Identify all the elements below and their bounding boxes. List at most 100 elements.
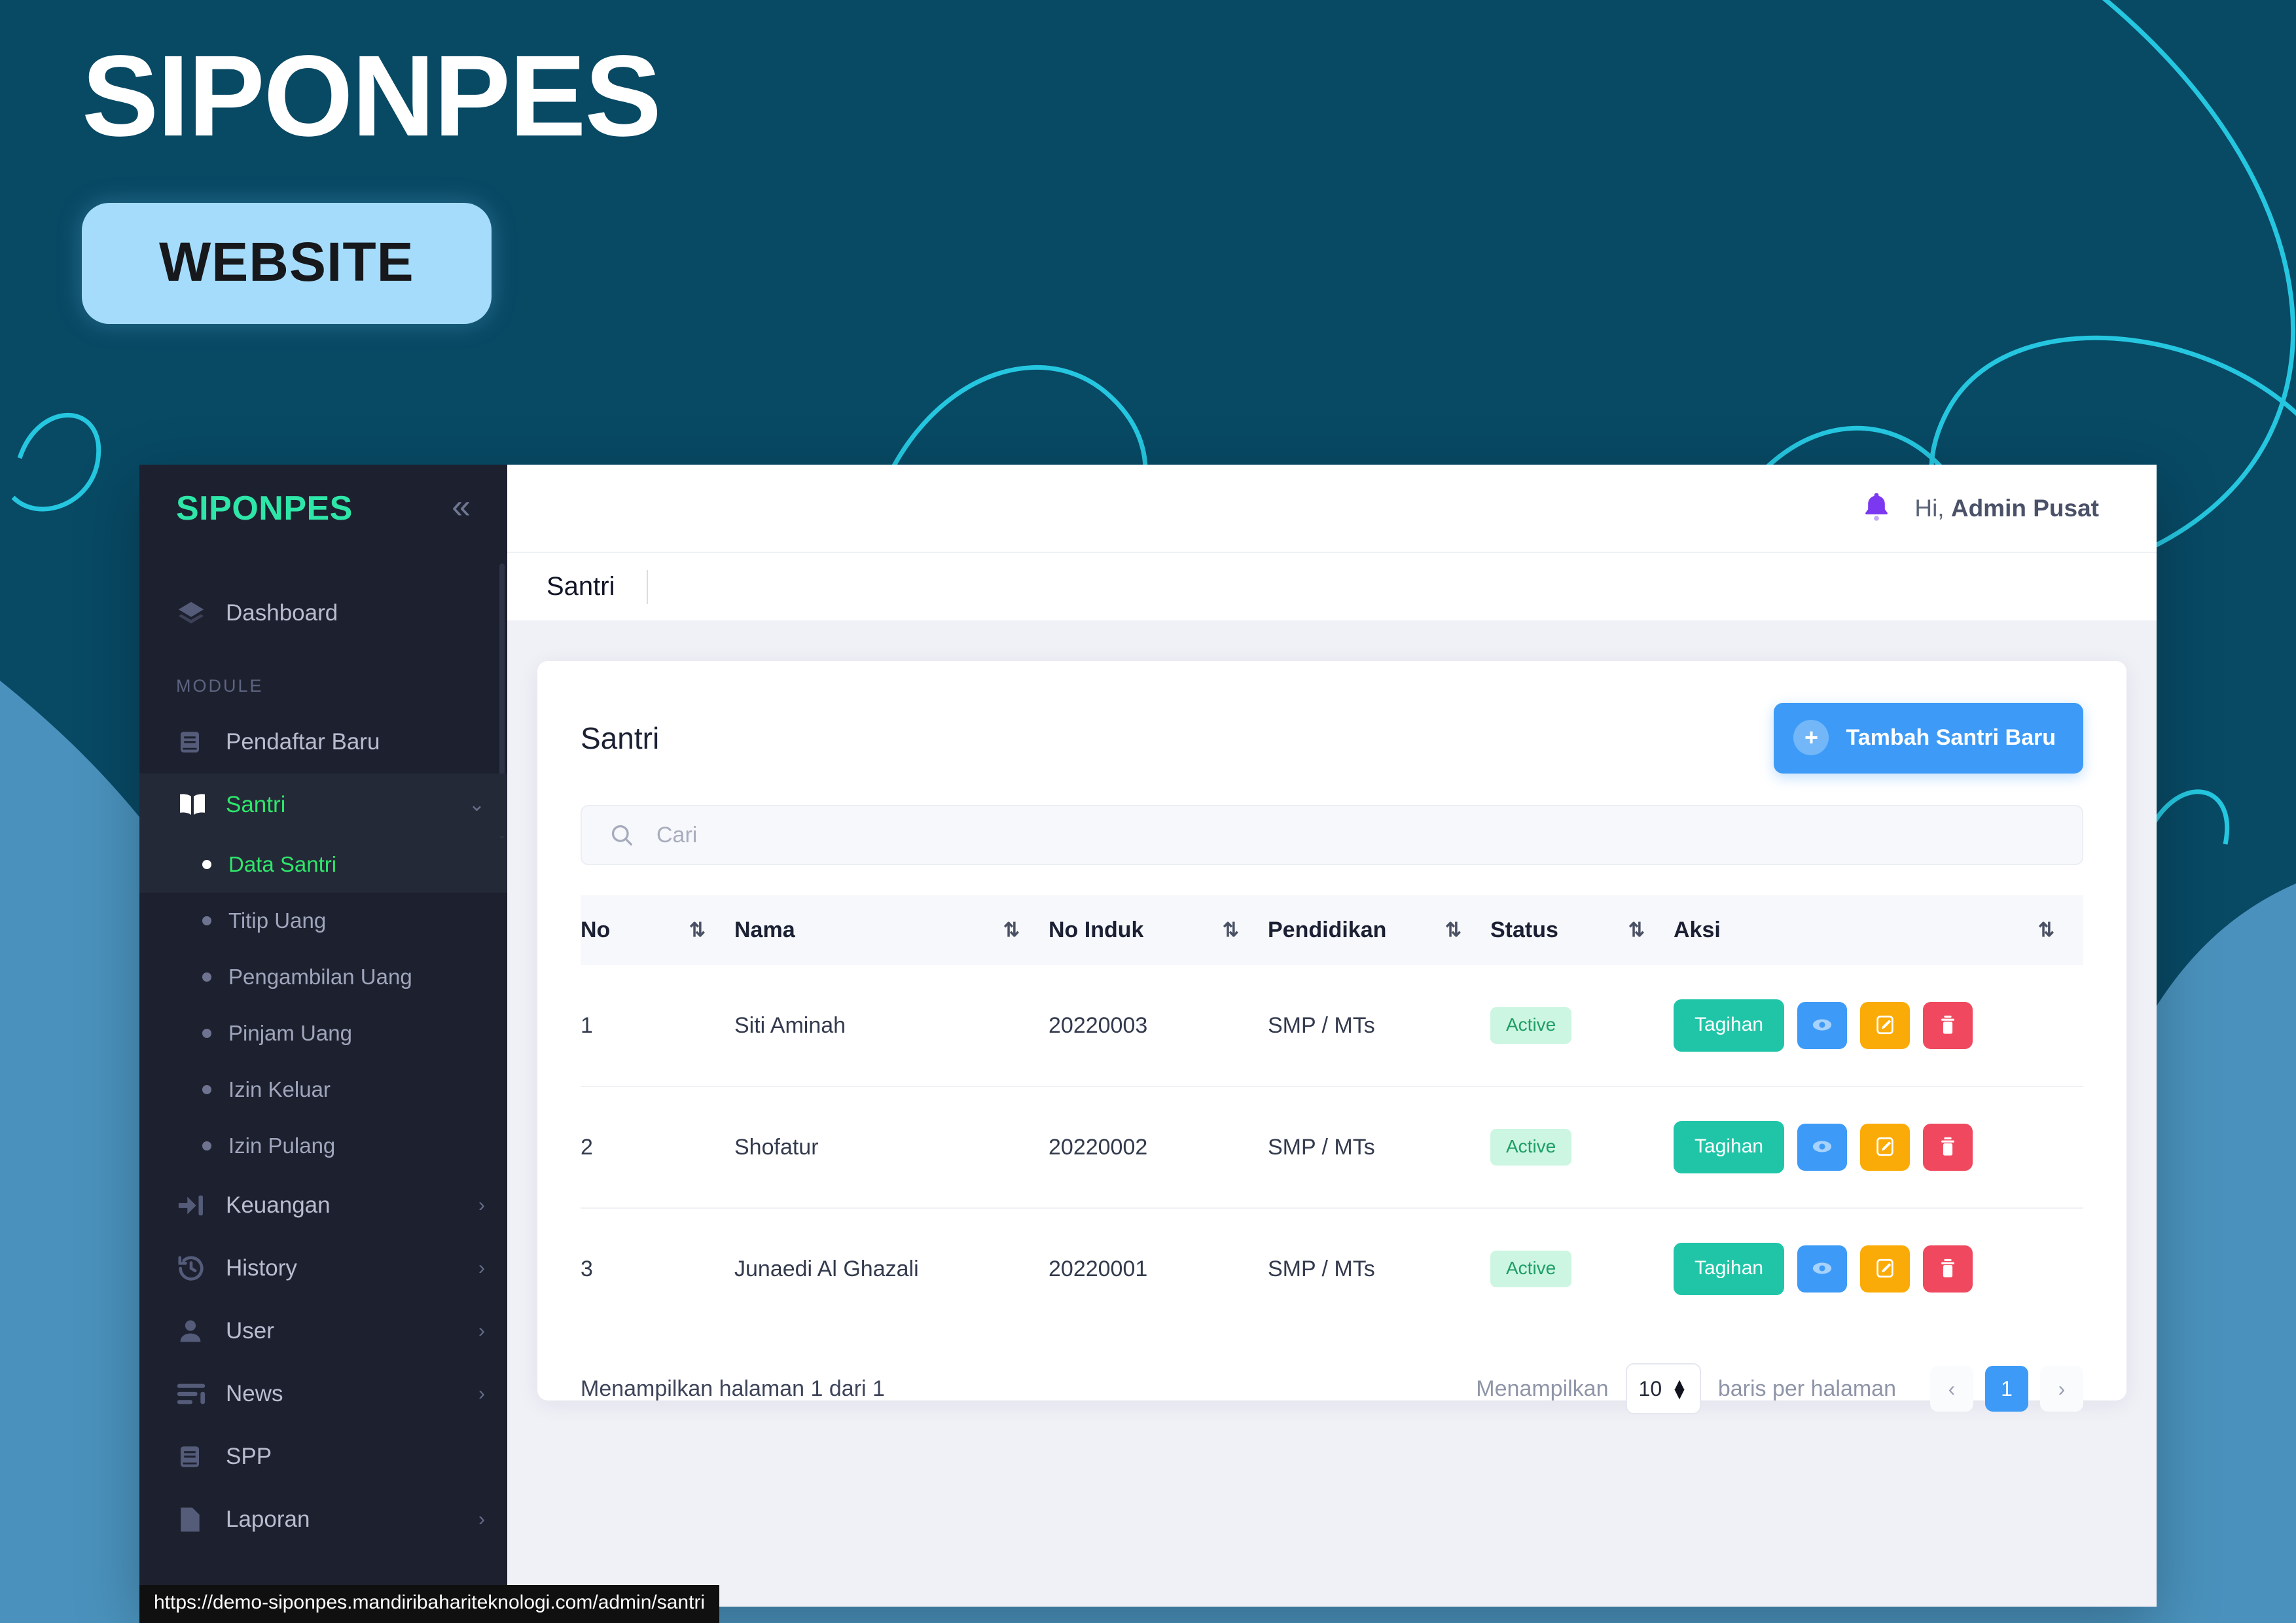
cell-pendidikan: SMP / MTs — [1268, 1256, 1375, 1281]
tagihan-button[interactable]: Tagihan — [1674, 1121, 1785, 1173]
column-label: Status — [1490, 918, 1558, 942]
chevron-right-icon[interactable]: › — [478, 1510, 485, 1529]
search-bar[interactable] — [581, 805, 2083, 865]
trash-icon — [1937, 1257, 1958, 1281]
cell-aksi: Tagihan — [1674, 965, 2083, 1087]
edit-button[interactable] — [1860, 1124, 1910, 1171]
sort-updown-icon[interactable]: ⇅ — [2038, 920, 2054, 940]
list-icon — [176, 1382, 211, 1406]
sidebar-subitem-pengambilan-uang[interactable]: Pengambilan Uang — [139, 949, 507, 1005]
chevron-right-icon[interactable]: › — [478, 1384, 485, 1404]
edit-button[interactable] — [1860, 1245, 1910, 1293]
sidebar-section-label: MODULE — [176, 676, 264, 696]
perpage-prefix-label: Menampilkan — [1476, 1376, 1609, 1401]
cell-pendidikan: SMP / MTs — [1268, 965, 1490, 1087]
sidebar-item-santri[interactable]: Santri ⌄ — [139, 774, 507, 836]
sidebar-item-spp[interactable]: SPP — [139, 1425, 507, 1488]
table-body: 1 Siti Aminah 20220003 SMP / MTs Active … — [581, 965, 2083, 1329]
delete-button[interactable] — [1923, 1245, 1973, 1293]
sidebar-item-pendaftar-baru[interactable]: Pendaftar Baru — [139, 711, 507, 774]
search-input[interactable] — [656, 822, 2082, 848]
delete-button[interactable] — [1923, 1124, 1973, 1171]
sort-updown-icon[interactable]: ⇅ — [1223, 920, 1239, 940]
cell-status: Active — [1490, 1086, 1674, 1209]
promo-badge: WEBSITE — [82, 202, 492, 324]
sort-updown-icon[interactable]: ⇅ — [1003, 920, 1020, 940]
column-label: Aksi — [1674, 918, 1721, 942]
promo-title: SIPONPES — [82, 32, 662, 160]
sidebar-item-news[interactable]: News › — [139, 1363, 507, 1425]
sidebar-subitem-pinjam-uang[interactable]: Pinjam Uang — [139, 1005, 507, 1061]
column-header-no-induk[interactable]: No Induk ⇅ — [1049, 895, 1268, 965]
trash-icon — [1937, 1135, 1958, 1160]
cell-no-induk: 20220003 — [1049, 965, 1268, 1087]
next-page-button[interactable]: › — [2040, 1366, 2083, 1412]
view-button[interactable] — [1797, 1245, 1848, 1293]
eye-icon — [1811, 1135, 1833, 1160]
add-santri-button[interactable]: + Tambah Santri Baru — [1774, 703, 2083, 774]
prev-page-button[interactable]: ‹ — [1930, 1366, 1973, 1412]
column-header-no[interactable]: No ⇅ — [581, 895, 734, 965]
column-header-pendidikan[interactable]: Pendidikan ⇅ — [1268, 895, 1490, 965]
sidebar-brand: SIPONPES — [176, 489, 353, 527]
column-header-aksi[interactable]: Aksi ⇅ — [1674, 895, 2083, 965]
rows-per-page-value: 10 — [1638, 1376, 1662, 1400]
greeting-prefix: Hi, — [1914, 494, 1951, 522]
sidebar-item-label: Pendaftar Baru — [226, 729, 380, 755]
sidebar-item-label: SPP — [226, 1444, 272, 1469]
table-header-row: No ⇅ Nama ⇅ No Induk ⇅ Pendidikan ⇅ Stat… — [581, 895, 2083, 965]
view-button[interactable] — [1797, 1124, 1848, 1171]
sidebar-item-dashboard[interactable]: Dashboard — [139, 582, 507, 645]
sidebar-item-history[interactable]: History › — [139, 1237, 507, 1300]
chevron-right-icon[interactable]: › — [478, 1196, 485, 1215]
breadcrumb: Santri — [507, 552, 2157, 620]
bell-icon[interactable] — [1862, 491, 1891, 526]
edit-button[interactable] — [1860, 1002, 1910, 1049]
content-area: Santri + Tambah Santri Baru Cari No ⇅ Na… — [507, 620, 2157, 1607]
delete-button[interactable] — [1923, 1002, 1973, 1049]
column-label: Pendidikan — [1268, 918, 1387, 942]
sidebar-subitem-label: Pinjam Uang — [228, 1021, 352, 1045]
bullet-icon — [202, 972, 211, 982]
sort-updown-icon[interactable]: ⇅ — [1628, 920, 1645, 940]
app-window: SIPONPES « Dashboard MODULE Pendaftar Ba… — [139, 465, 2157, 1607]
sidebar-item-keuangan[interactable]: Keuangan › — [139, 1174, 507, 1237]
chevron-right-icon[interactable]: › — [478, 1321, 485, 1341]
bullet-icon — [202, 916, 211, 925]
spinner-arrows-icon[interactable]: ▲ ▼ — [1671, 1375, 1688, 1402]
sidebar-item-label: History — [226, 1255, 297, 1281]
table-row: 3 Junaedi Al Ghazali 20220001 SMP / MTs … — [581, 1208, 2083, 1329]
chevron-double-left-icon[interactable]: « — [452, 490, 471, 524]
sidebar: SIPONPES « Dashboard MODULE Pendaftar Ba… — [139, 465, 507, 1607]
column-label: No Induk — [1049, 918, 1144, 942]
action-group: Tagihan — [1674, 1121, 2083, 1173]
cell-nama: Junaedi Al Ghazali — [734, 1256, 919, 1281]
action-group: Tagihan — [1674, 1243, 2083, 1295]
sidebar-header: SIPONPES « — [139, 465, 507, 552]
column-header-nama[interactable]: Nama ⇅ — [734, 895, 1049, 965]
search-icon — [609, 823, 634, 847]
sidebar-subitem-titip-uang[interactable]: Titip Uang — [139, 893, 507, 949]
login-arrow-icon — [176, 1192, 211, 1219]
tagihan-button[interactable]: Tagihan — [1674, 999, 1785, 1052]
tagihan-button[interactable]: Tagihan — [1674, 1243, 1785, 1295]
page-1-button[interactable]: 1 — [1985, 1366, 2028, 1412]
sidebar-item-user[interactable]: User › — [139, 1300, 507, 1363]
greeting-text: Hi, Admin Pusat — [1914, 495, 2099, 522]
chevron-down-icon[interactable]: ⌄ — [469, 795, 485, 815]
open-book-icon — [176, 791, 211, 819]
sidebar-subitem-izin-keluar[interactable]: Izin Keluar — [139, 1061, 507, 1118]
sidebar-subitem-izin-pulang[interactable]: Izin Pulang — [139, 1118, 507, 1174]
sidebar-item-label: Laporan — [226, 1507, 310, 1532]
chevron-right-icon[interactable]: › — [478, 1258, 485, 1278]
sort-updown-icon[interactable]: ⇅ — [1445, 920, 1462, 940]
pencil-icon — [1874, 1135, 1896, 1160]
rows-per-page-select[interactable]: 10 ▲ ▼ — [1625, 1363, 1701, 1414]
column-header-status[interactable]: Status ⇅ — [1490, 895, 1674, 965]
view-button[interactable] — [1797, 1002, 1848, 1049]
sort-updown-icon[interactable]: ⇅ — [689, 920, 706, 940]
perpage-suffix-label: baris per halaman — [1717, 1376, 1896, 1401]
sidebar-item-laporan[interactable]: Laporan › — [139, 1488, 507, 1551]
sidebar-subitem-data-santri[interactable]: Data Santri — [139, 836, 507, 893]
breadcrumb-current: Santri — [547, 572, 615, 601]
